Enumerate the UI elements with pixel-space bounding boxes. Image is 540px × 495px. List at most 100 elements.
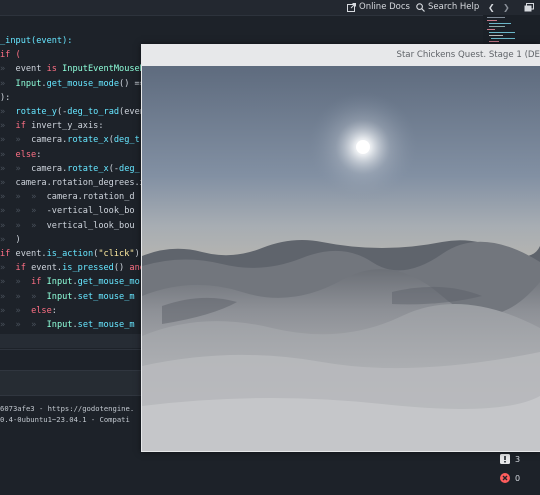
search-icon [416,2,425,12]
code-token: » [0,291,16,302]
output-line: 0.4-0ubuntu1~23.04.1 - Compati [0,414,130,424]
code-line: » » camera.rotate_x(deg_t [0,133,140,147]
code-token: get_mouse_mode [46,78,120,89]
code-token: camera. [31,135,68,146]
search-help-label: Search Help [428,2,480,12]
code-token: deg_to_rad [67,107,120,117]
code-line: » event is InputEventMouseM [0,62,145,76]
warning-icon [500,454,510,464]
code-token: » [31,320,47,330]
code-token: » [0,234,16,245]
code-token: » [0,305,16,316]
code-token: » [0,121,16,132]
code-token: is [46,64,63,75]
code-token: » [15,305,32,316]
code-token: » [0,220,16,231]
code-token: » [0,163,16,174]
code-token: ) [15,234,21,245]
code-token: » [0,178,16,188]
code-line: ): [0,91,10,105]
code-line: » camera.rotation_degrees.x [0,176,145,190]
code-line: » if event.is_pressed() and [0,261,145,275]
code-line: _input(event): [0,34,72,48]
current-line-highlight [0,334,150,348]
code-line: » » else: [0,304,57,318]
code-token: » [31,220,47,231]
code-token: else [15,149,37,160]
code-line: » » if Input.get_mouse_mo [0,275,140,289]
online-docs-label: Online Docs [359,2,410,12]
code-token: event. [31,263,63,274]
online-docs-button[interactable]: Online Docs [347,1,410,13]
debugger-counters: 3 0 [493,452,540,495]
code-token: » [0,107,16,117]
code-token: Input [15,78,42,89]
code-token: is_action [46,249,94,259]
code-line: » Input.get_mouse_mode() == [0,77,145,91]
code-token: camera.rotation_degrees.x [15,178,145,188]
code-token: is_pressed [62,263,114,274]
code-token: camera.rotation_d [46,192,135,203]
code-token: (- [56,107,68,117]
code-token: set_mouse_m [77,291,135,302]
windows-icon [524,2,534,11]
code-token: if [0,249,16,259]
code-line: if ( [0,48,21,62]
code-token: if [31,277,47,288]
code-token: » [0,64,16,75]
errors-counter[interactable]: 0 [500,471,532,485]
code-token: » [0,263,16,274]
code-token: () [113,263,130,274]
code-token: deg_ [119,163,140,174]
code-token: (- [108,163,120,174]
warnings-count: 3 [515,454,521,464]
code-line: if event.is_action("click"): [0,247,145,261]
dune-landscape-scene [142,66,540,451]
code-token: deg_t [113,135,140,146]
code-token: Input [46,320,73,330]
history-back-button[interactable]: ❮ [488,1,495,13]
code-token: if [15,263,32,274]
history-forward-button[interactable]: ❯ [503,1,510,13]
script-code-editor[interactable]: _input(event): if (» event is InputEventM… [0,30,150,350]
distraction-free-button[interactable] [524,1,534,13]
code-token: » [0,78,16,89]
code-token: Input [46,291,73,302]
warnings-counter[interactable]: 3 [500,452,532,466]
forward-arrow-icon: ❯ [503,2,510,12]
code-token: "click" [98,249,135,259]
code-token: set_mouse_m [77,320,135,330]
code-token: Input [46,277,73,288]
game-viewport[interactable] [142,66,540,451]
code-token: if [15,121,32,132]
game-window-title-text: Star Chickens Quest. Stage 1 (DE [396,50,540,60]
external-link-icon [347,2,356,12]
code-line: » ) [0,233,21,247]
code-line: » if invert_y_axis: [0,119,104,133]
code-token: InputEventMouseM [62,64,145,75]
code-line: » else: [0,148,41,162]
code-token: » [0,277,16,288]
game-window-title: Star Chickens Quest. Stage 1 (DE [141,44,540,66]
code-token: » [0,320,16,330]
game-window[interactable]: Star Chickens Quest. Stage 1 (DE [141,44,540,452]
code-token: » [0,192,16,203]
code-token: rotate_x [67,163,109,174]
code-line: » rotate_y(-deg_to_rad(even [0,105,145,119]
code-token: event [15,64,47,75]
code-token: get_mouse_mo [77,277,140,288]
code-token: » [15,320,32,330]
output-line: 6073afe3 - https://godotengine. [0,404,135,413]
search-help-button[interactable]: Search Help [416,1,479,13]
editor-toolbar: Online Docs Search Help ❮ ❯ [0,0,540,16]
code-token: : [36,149,42,160]
code-token: » [31,291,47,302]
bottom-panel-tabs[interactable] [0,370,150,396]
code-token: event. [15,249,47,259]
code-token: » [31,206,47,217]
code-token: » [31,192,47,203]
code-token: if ( [0,50,21,61]
code-token: rotate_x [67,135,109,146]
code-token: ): [0,92,11,103]
error-icon [500,473,510,483]
